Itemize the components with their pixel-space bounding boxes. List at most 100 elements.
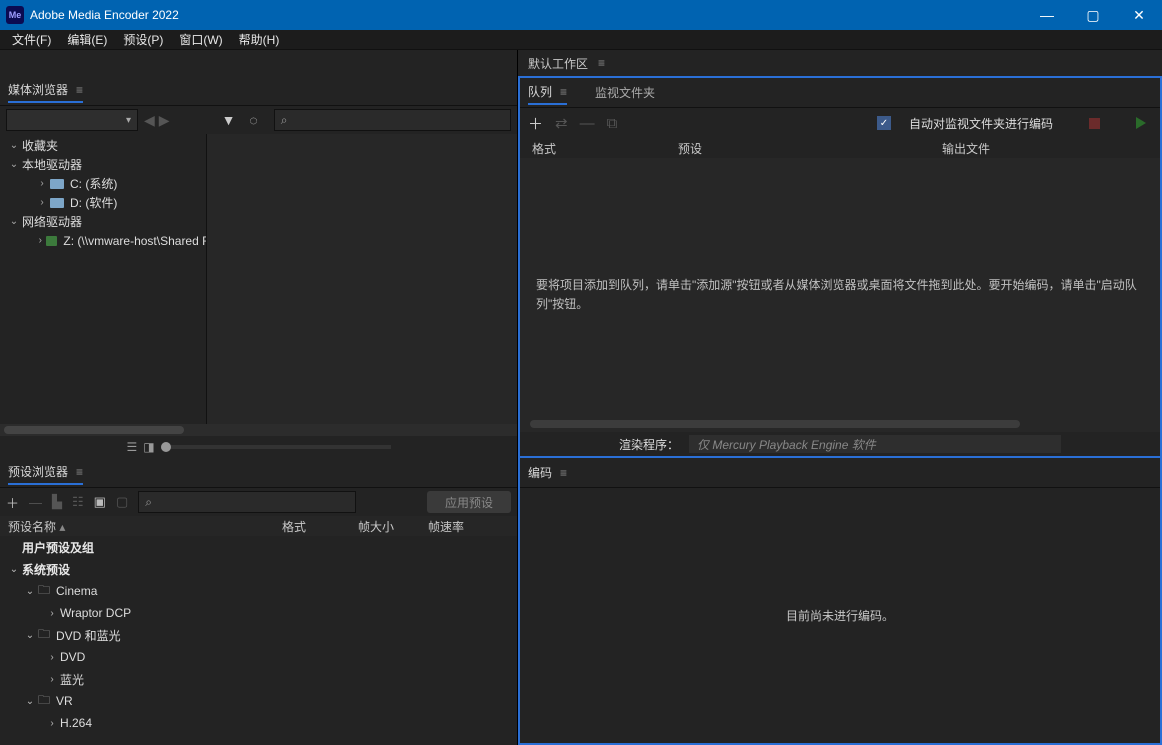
tab-preset-browser[interactable]: 预设浏览器 ≡: [8, 460, 83, 485]
duplicate-icon[interactable]: ⧉: [607, 115, 618, 132]
panel-menu-icon[interactable]: ≡: [76, 465, 83, 479]
media-browser-header: 媒体浏览器 ≡: [0, 76, 517, 106]
tree-drive-z[interactable]: ›Z: (\\vmware-host\Shared Folders): [0, 231, 206, 250]
preset-group-cinema[interactable]: ⌄🗀Cinema: [0, 580, 517, 602]
add-preset-icon[interactable]: ＋: [6, 493, 19, 512]
nav-forward-icon[interactable]: ▶: [159, 112, 170, 129]
menu-help[interactable]: 帮助(H): [231, 31, 288, 48]
start-queue-button[interactable]: [1136, 117, 1146, 129]
workspace-bar: 默认工作区 ≡: [0, 50, 1162, 76]
app-title: Adobe Media Encoder 2022: [30, 8, 1024, 22]
maximize-button[interactable]: ▢: [1070, 0, 1116, 30]
menu-edit[interactable]: 编辑(E): [59, 31, 115, 48]
col-frame-rate[interactable]: 帧速率: [428, 518, 488, 535]
queue-drop-hint: 要将项目添加到队列，请单击"添加源"按钮或者从媒体浏览器或桌面将文件拖到此处。要…: [536, 276, 1144, 314]
close-button[interactable]: ✕: [1116, 0, 1162, 30]
queue-header: 队列 ≡ 监视文件夹: [520, 78, 1160, 108]
col-queue-format[interactable]: 格式: [528, 140, 678, 157]
preset-settings-icon[interactable]: ☷: [72, 494, 84, 510]
preset-group-vr[interactable]: ⌄🗀VR: [0, 690, 517, 712]
preset-group-user[interactable]: 用户预设及组: [0, 536, 517, 558]
media-toolbar: ▾ ◀ ▶ ▼ ◌ ⌕: [0, 106, 517, 134]
preset-item-dvd[interactable]: ›DVD: [0, 646, 517, 668]
encoding-body: 目前尚未进行编码。: [520, 488, 1160, 743]
remove-preset-icon[interactable]: —: [29, 495, 42, 510]
col-frame-size[interactable]: 帧大小: [358, 518, 428, 535]
tab-media-browser[interactable]: 媒体浏览器 ≡: [8, 78, 83, 103]
window-controls: — ▢ ✕: [1024, 0, 1162, 30]
media-preview-area: [206, 134, 517, 424]
tree-drive-c[interactable]: ›C: (系统): [0, 174, 206, 193]
media-tree-scrollbar[interactable]: [0, 424, 517, 436]
preset-item-wraptor[interactable]: ›Wraptor DCP: [0, 602, 517, 624]
tree-local-drives[interactable]: ⌄本地驱动器: [0, 155, 206, 174]
tab-watch-folders-label: 监视文件夹: [595, 84, 655, 101]
panel-menu-icon[interactable]: ≡: [560, 85, 567, 99]
encoding-idle-message: 目前尚未进行编码。: [786, 607, 894, 624]
search-icon: ⌕: [145, 495, 152, 510]
col-preset-name[interactable]: 预设名称 ▴: [8, 518, 282, 535]
media-view-bar: ☰ ◨: [0, 436, 517, 458]
panel-menu-icon[interactable]: ≡: [76, 83, 83, 97]
tree-favorites[interactable]: ⌄收藏夹: [0, 136, 206, 155]
preset-item-bluray[interactable]: ›蓝光: [0, 668, 517, 690]
list-view-icon[interactable]: ☰: [126, 440, 137, 454]
folder-icon: 🗀: [38, 625, 50, 646]
filter-icon[interactable]: ▼: [218, 112, 240, 128]
export-preset-icon[interactable]: ▢: [116, 494, 128, 510]
media-search-input[interactable]: ⌕: [274, 109, 511, 131]
app-icon: Me: [6, 6, 24, 24]
renderer-select[interactable]: 仅 Mercury Playback Engine 软件: [689, 435, 1061, 453]
import-preset-icon[interactable]: ▣: [94, 494, 106, 510]
tab-encoding[interactable]: 编码 ≡: [528, 461, 567, 484]
tab-queue[interactable]: 队列 ≡: [528, 80, 567, 105]
tab-queue-label: 队列: [528, 83, 552, 100]
preset-group-system[interactable]: ⌄系统预设: [0, 558, 517, 580]
search-icon: ⌕: [281, 113, 288, 128]
queue-scrollbar[interactable]: [530, 420, 1020, 428]
drive-icon: [50, 179, 64, 189]
preset-search-input[interactable]: ⌕: [138, 491, 356, 513]
menu-window[interactable]: 窗口(W): [171, 31, 230, 48]
col-queue-output[interactable]: 输出文件: [942, 140, 1152, 157]
media-scope-dropdown[interactable]: ▾: [6, 109, 138, 131]
tree-network-drives[interactable]: ⌄网络驱动器: [0, 212, 206, 231]
tree-drive-d[interactable]: ›D: (软件): [0, 193, 206, 212]
add-source-icon[interactable]: ＋: [528, 113, 543, 134]
menubar: 文件(F) 编辑(E) 预设(P) 窗口(W) 帮助(H): [0, 30, 1162, 50]
preset-item-h264[interactable]: ›H.264: [0, 712, 517, 734]
preset-browser-header: 预设浏览器 ≡: [0, 458, 517, 488]
thumbnail-view-icon[interactable]: ◨: [143, 440, 154, 454]
drive-icon: [50, 198, 64, 208]
new-group-icon[interactable]: ▙: [52, 494, 62, 510]
queue-columns-header: 格式 预设 输出文件: [520, 138, 1160, 158]
col-format[interactable]: 格式: [282, 518, 358, 535]
nav-back-icon[interactable]: ◀: [144, 112, 155, 129]
tab-preset-browser-label: 预设浏览器: [8, 463, 68, 480]
queue-drop-area[interactable]: 要将项目添加到队列，请单击"添加源"按钮或者从媒体浏览器或桌面将文件拖到此处。要…: [520, 158, 1160, 432]
media-tree: ⌄收藏夹 ⌄本地驱动器 ›C: (系统) ›D: (软件) ⌄网络驱动器 ›Z:…: [0, 134, 206, 424]
folder-icon: 🗀: [38, 581, 50, 602]
workspace-menu-icon[interactable]: ≡: [598, 56, 605, 70]
tab-watch-folders[interactable]: 监视文件夹: [595, 81, 655, 104]
thumbnail-size-slider[interactable]: [161, 445, 391, 449]
panel-menu-icon[interactable]: ≡: [560, 466, 567, 480]
preset-tree: 用户预设及组 ⌄系统预设 ⌄🗀Cinema ›Wraptor DCP ⌄🗀DVD…: [0, 536, 517, 734]
auto-encode-label: 自动对监视文件夹进行编码: [909, 115, 1053, 132]
tab-encoding-label: 编码: [528, 464, 552, 481]
ingest-icon[interactable]: ◌: [245, 112, 261, 128]
auto-encode-checkbox[interactable]: ✓: [877, 116, 891, 130]
renderer-label: 渲染程序：: [619, 436, 679, 453]
queue-toolbar: ＋ ⇄ — ⧉ ✓ 自动对监视文件夹进行编码: [520, 108, 1160, 138]
workspace-label[interactable]: 默认工作区: [528, 55, 588, 72]
add-output-icon[interactable]: ⇄: [555, 114, 568, 132]
menu-file[interactable]: 文件(F): [4, 31, 59, 48]
stop-queue-button[interactable]: [1089, 118, 1100, 129]
menu-preset[interactable]: 预设(P): [115, 31, 171, 48]
col-queue-preset[interactable]: 预设: [678, 140, 942, 157]
encoding-header: 编码 ≡: [520, 458, 1160, 488]
preset-group-dvd-bluray[interactable]: ⌄🗀DVD 和蓝光: [0, 624, 517, 646]
minimize-button[interactable]: —: [1024, 0, 1070, 30]
apply-preset-button[interactable]: 应用预设: [427, 491, 511, 513]
remove-icon[interactable]: —: [580, 115, 595, 132]
